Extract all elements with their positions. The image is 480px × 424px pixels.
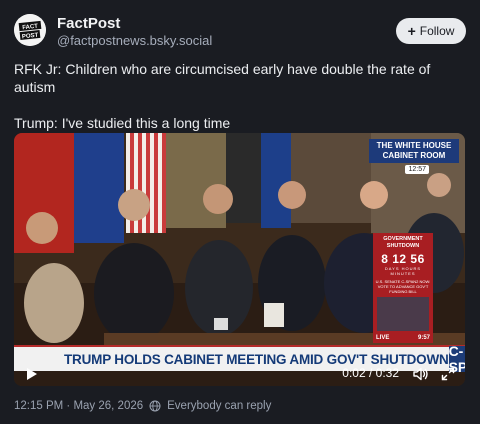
shutdown-clock: 8 12 56 [381,252,425,266]
author-display-name[interactable]: FactPost [57,15,120,32]
volume-icon[interactable] [413,367,429,381]
factpost-logo-icon: FACT POST [14,14,46,46]
shutdown-title: GOVERNMENT SHUTDOWN [383,236,423,249]
post-paragraph: Trump: I've studied this a long time [14,115,231,131]
follow-label: Follow [419,24,455,38]
video-player[interactable]: THE WHITE HOUSE CABINET ROOM 12:57 GOVER… [14,133,465,386]
location-label: THE WHITE HOUSE CABINET ROOM [369,139,459,163]
fullscreen-icon[interactable] [441,367,455,381]
post-paragraph: RFK Jr: Children who are circumcised ear… [14,61,431,95]
avatar[interactable]: FACT POST [14,14,46,46]
play-icon[interactable] [26,367,38,381]
shutdown-vote-text: U.S. SENATE C-SPAN2 NOW: VOTE TO ADVANCE… [375,279,431,294]
post-meta: 12:15 PM · May 26, 2026 Everybody can re… [14,400,271,412]
shutdown-panel: GOVERNMENT SHUTDOWN 8 12 56 DAYS HOURS M… [373,233,433,343]
post-timestamp[interactable]: 12:15 PM · May 26, 2026 [14,400,143,412]
post-card: FACT POST FactPost @factpostnews.bsky.so… [0,0,480,424]
live-time: 9:57 [417,335,430,341]
shutdown-thumbnail [377,297,429,331]
globe-icon [149,400,161,412]
shutdown-live-row: LIVE 9:57 [376,335,430,341]
plus-icon: + [407,23,416,39]
author-handle[interactable]: @factpostnews.bsky.social [57,33,212,48]
location-time: 12:57 [405,165,429,174]
shutdown-units: DAYS HOURS MINUTES [384,266,422,276]
video-controls: 0:02 / 0:32 [14,364,465,386]
video-timecode: 0:02 / 0:32 [342,366,399,380]
reply-setting: Everybody can reply [167,400,272,412]
follow-button[interactable]: + Follow [396,18,466,44]
live-label: LIVE [376,335,390,341]
